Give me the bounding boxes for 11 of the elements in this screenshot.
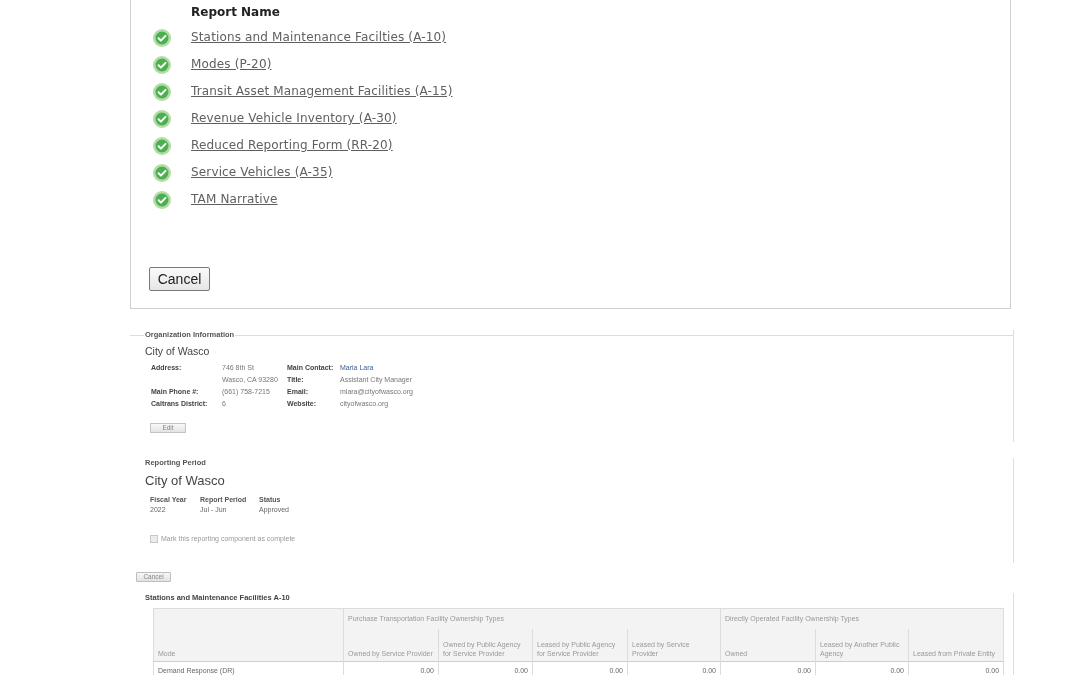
report-link[interactable]: Revenue Vehicle Inventory (A-30) xyxy=(191,111,397,126)
report-link[interactable]: Transit Asset Management Facilities (A-15) xyxy=(191,84,453,99)
column-header: Report Name xyxy=(191,4,280,21)
organization-name: City of Wasco xyxy=(145,346,210,357)
cancel-button[interactable]: Cancel xyxy=(149,267,210,291)
organization-name: City of Wasco xyxy=(145,473,225,489)
report-link[interactable]: Reduced Reporting Form (RR-20) xyxy=(191,138,393,153)
report-link[interactable]: Modes (P-20) xyxy=(191,57,272,72)
report-link[interactable]: TAM Narrative xyxy=(191,192,278,207)
report-link[interactable]: Stations and Maintenance Facilties (A-10) xyxy=(191,30,447,45)
report-link[interactable]: Service Vehicles (A-35) xyxy=(191,165,333,180)
